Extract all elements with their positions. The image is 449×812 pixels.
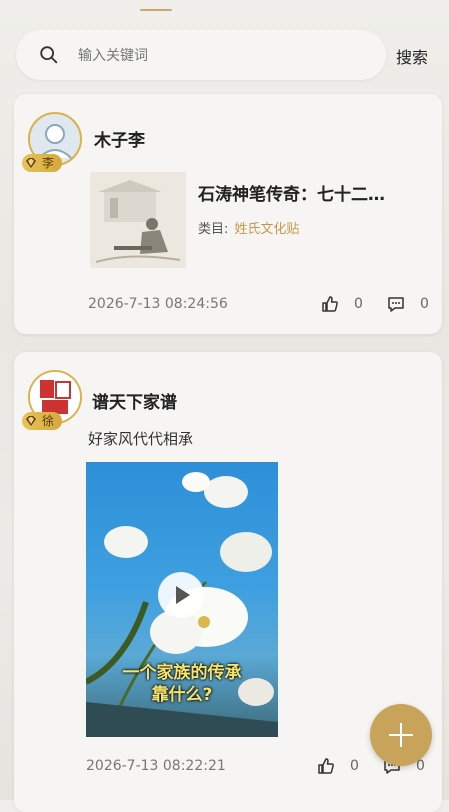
gem-icon — [26, 416, 36, 426]
search-bar — [16, 30, 386, 80]
post-video[interactable]: 一个家族的传承 靠什么? — [86, 462, 278, 737]
search-icon — [40, 46, 58, 64]
like-count: 0 — [350, 758, 359, 774]
video-caption: 一个家族的传承 靠什么? — [96, 662, 268, 706]
painting-image — [90, 172, 186, 268]
post-card[interactable]: 李 木子李 石涛神笔传奇：七十二… 类目: 姓氏文化贴 2026-7-13 08:… — [14, 94, 442, 334]
play-icon[interactable] — [158, 572, 204, 618]
video-caption-line-1: 一个家族的传承 — [122, 663, 242, 683]
gem-icon — [26, 158, 36, 168]
search-button[interactable]: 搜索 — [396, 44, 428, 68]
like-count: 0 — [354, 296, 363, 312]
badge-text: 李 — [42, 156, 55, 170]
comment-button[interactable]: 0 — [386, 294, 429, 314]
author-name[interactable]: 谱天下家谱 — [92, 388, 177, 413]
comment-count: 0 — [420, 296, 429, 312]
post-category: 类目: 姓氏文化贴 — [198, 218, 299, 237]
like-button[interactable]: 0 — [320, 294, 363, 314]
post-text: 好家风代代相承 — [88, 430, 194, 448]
search-input[interactable] — [76, 42, 380, 70]
surname-badge: 李 — [22, 154, 63, 172]
add-post-button[interactable] — [370, 704, 432, 766]
thumbs-up-icon — [322, 296, 338, 312]
badge-text: 徐 — [42, 414, 55, 428]
like-button[interactable]: 0 — [316, 756, 359, 776]
author-avatar[interactable]: 李 — [22, 112, 84, 174]
surname-badge: 徐 — [22, 412, 63, 430]
category-value[interactable]: 姓氏文化贴 — [234, 222, 299, 237]
post-timestamp: 2026-7-13 08:24:56 — [88, 296, 228, 312]
category-label: 类目: — [198, 222, 229, 237]
comment-icon — [388, 297, 404, 312]
author-name[interactable]: 木子李 — [94, 126, 145, 151]
post-thumbnail[interactable] — [90, 172, 186, 268]
author-avatar[interactable]: 徐 — [22, 370, 84, 432]
thumbs-up-icon — [318, 758, 334, 774]
post-timestamp: 2026-7-13 08:22:21 — [86, 758, 226, 774]
post-title[interactable]: 石涛神笔传奇：七十二… — [198, 180, 430, 205]
video-caption-line-2: 靠什么? — [151, 685, 213, 705]
top-handle — [140, 9, 172, 11]
